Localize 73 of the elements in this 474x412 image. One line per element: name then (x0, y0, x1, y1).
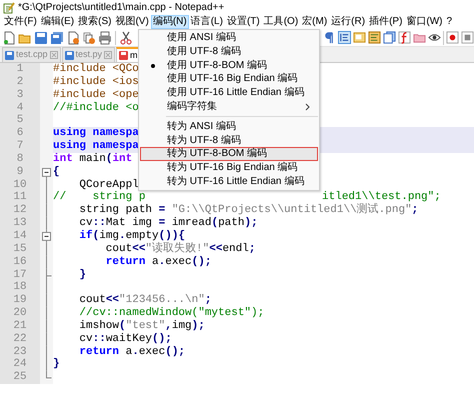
menu-item[interactable]: 转为 UTF-8-BOM 编码 (140, 147, 318, 162)
code-line: cv::waitKey(); (78, 332, 172, 346)
line-number: 22 (12, 332, 28, 346)
line-number: 2 (16, 76, 24, 89)
code-line: #include <QCo (53, 63, 139, 76)
line-number: 14 (12, 230, 28, 243)
line-number: 25 (12, 371, 28, 384)
line-number: 15 (12, 242, 28, 256)
code-line: //#include <o (53, 102, 139, 114)
menu-item[interactable]: 编码字符集 (140, 100, 318, 114)
code-line: //cv::namedWindow("mytest"); (78, 307, 264, 320)
code-line: { (53, 166, 60, 179)
menu-item[interactable]: 转为 UTF-8 编码 (140, 134, 318, 148)
line-number: 17 (12, 268, 28, 282)
menu-item[interactable]: 使用 UTF-16 Little Endian 编码 (140, 86, 318, 100)
line-number: 4 (16, 102, 24, 114)
menu-item[interactable]: 编辑(E) (38, 15, 76, 29)
line-number: 21 (12, 320, 28, 333)
line-number: 10 (12, 178, 28, 192)
line-number: 3 (16, 88, 24, 102)
menu-item[interactable]: 使用 UTF-8 编码 (140, 44, 318, 59)
menu-item[interactable]: 使用 ANSI 编码 (140, 31, 318, 45)
line-number: 11 (12, 191, 28, 204)
line-number: 9 (16, 166, 24, 179)
code-line: #include <ios (53, 76, 139, 89)
line-number: 23 (12, 346, 28, 358)
menu-item[interactable]: 视图(V) (113, 15, 151, 29)
menu-item[interactable]: 语言(L) (188, 15, 225, 29)
code-line: imshow("test",img); (78, 320, 205, 333)
menu-item[interactable]: 文件(F) (2, 15, 39, 29)
line-number: 20 (12, 307, 28, 320)
code-line: int main(int (53, 152, 132, 166)
code-line: using namespa (53, 140, 139, 153)
code-line: if(img.empty()){ (78, 230, 186, 242)
code-fragment: itled1\\test.png"; (322, 191, 441, 204)
menu-item[interactable]: 转为 UTF-16 Big Endian 编码 (140, 161, 318, 175)
line-number: 13 (12, 217, 28, 230)
line-number: 6 (16, 127, 24, 140)
code-line: } (53, 358, 60, 372)
window-title: *G:\QtProjects\untitled1\main.cpp - Notepad++ (18, 1, 224, 15)
menu-item[interactable]: 转为 ANSI 编码 (140, 120, 318, 134)
code-line: QCoreAppl (78, 178, 139, 191)
code-line: return a.exec(); (104, 256, 212, 268)
menu-item[interactable]: 窗口(W) (404, 15, 445, 29)
menu-item[interactable]: 使用 UTF-16 Big Endian 编码 (140, 72, 318, 86)
line-number: 8 (16, 152, 24, 166)
code-line: } (78, 268, 86, 282)
line-number: 7 (16, 140, 24, 153)
code-line: cv::Mat img = imread(path); (78, 217, 258, 230)
menu-item[interactable]: 工具(O) (262, 15, 300, 29)
menu-item[interactable]: 搜索(S) (76, 15, 114, 29)
line-number: 18 (12, 281, 28, 294)
code-line: cout<<"123456...\n"; (78, 294, 212, 307)
menu-item[interactable]: ? (444, 15, 454, 29)
code-line: string path = "G:\\QtProjects\\untitled1\\测试.png"; (78, 204, 418, 217)
menu-item[interactable]: 宏(M) (300, 15, 330, 29)
line-number: 12 (12, 204, 28, 218)
line-number: 5 (16, 114, 24, 128)
code-line: cout<<"读取失败!"<<endl; (104, 242, 256, 256)
code-line: // string p (53, 191, 146, 204)
menu-item[interactable]: 使用 UTF-8-BOM 编码 (140, 58, 318, 72)
line-number: 16 (12, 256, 28, 268)
menu-item[interactable]: 运行(R) (329, 15, 368, 29)
menu-item[interactable]: 编码(N) (150, 15, 189, 29)
code-line: return a.exec(); (78, 346, 186, 358)
line-number: 19 (12, 294, 28, 308)
line-number: 24 (12, 358, 28, 372)
code-line: using namespa (53, 127, 139, 140)
line-number: 1 (16, 63, 24, 76)
menu-item[interactable]: 转为 UTF-16 Little Endian 编码 (140, 174, 318, 189)
menu-item[interactable]: 设置(T) (224, 15, 262, 29)
menu-item[interactable]: 插件(P) (367, 15, 404, 29)
code-line: #include <ope (53, 88, 139, 102)
